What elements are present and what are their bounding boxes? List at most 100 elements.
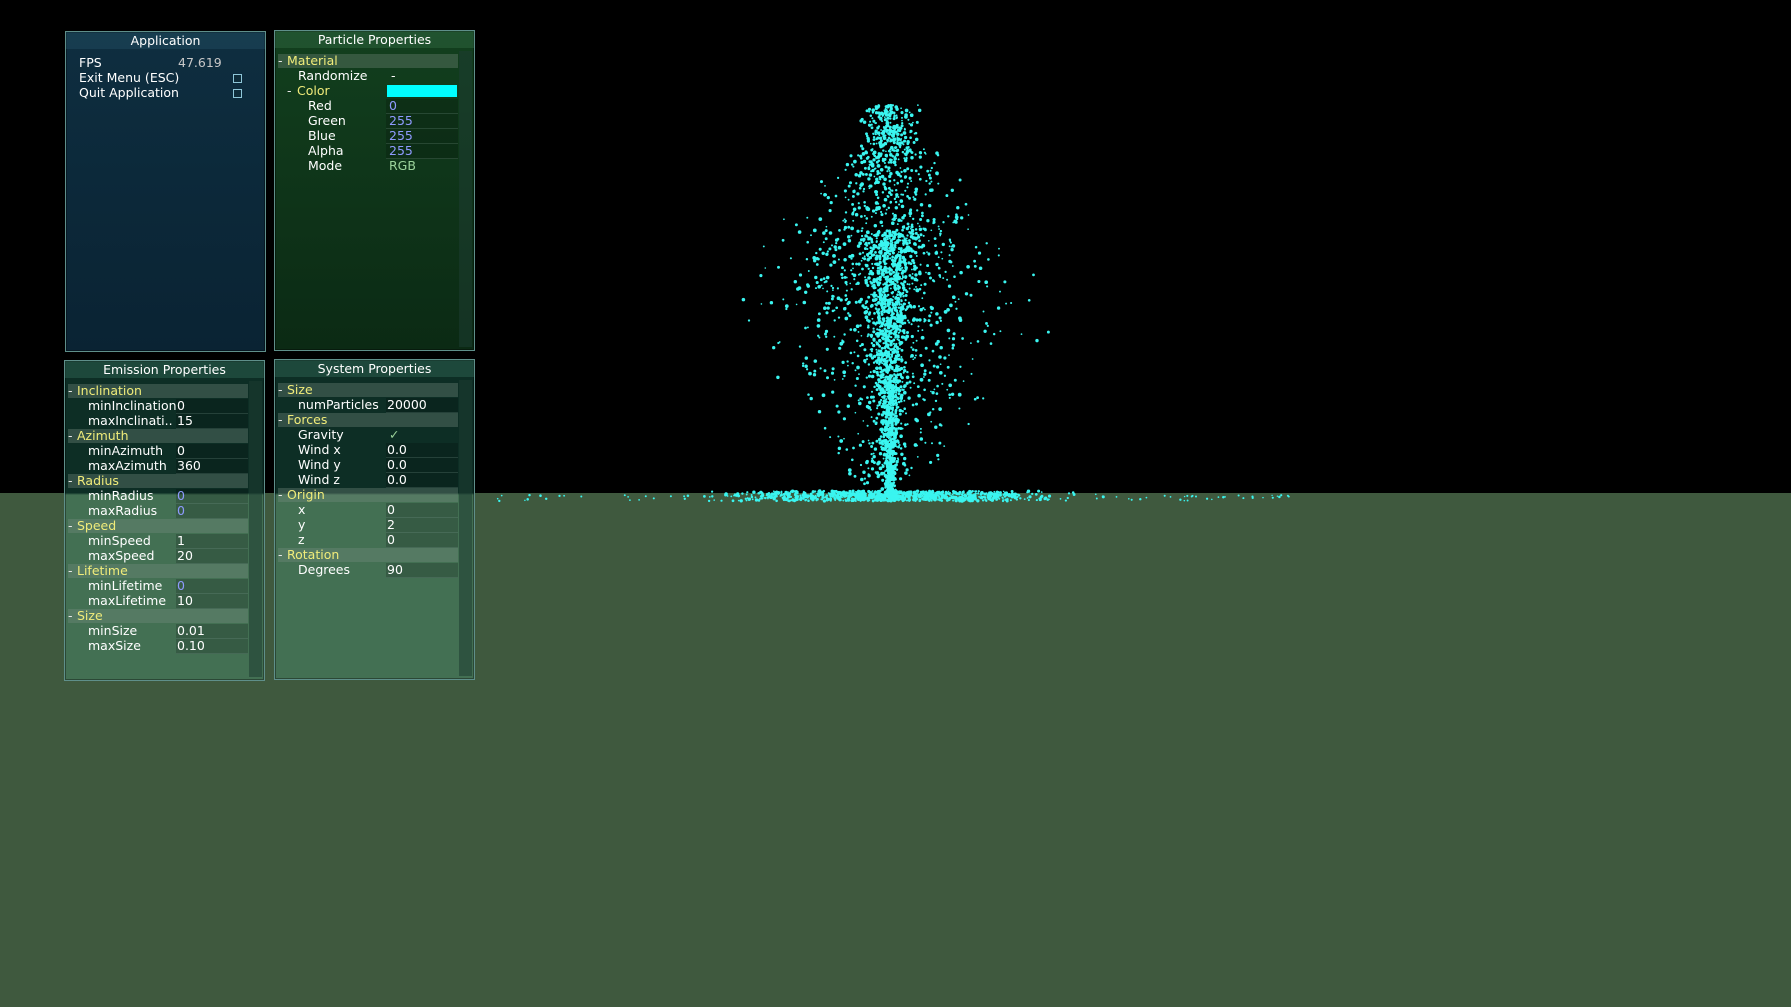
max-azimuth-value[interactable]: 360 xyxy=(177,459,201,473)
wind-z-label: Wind z xyxy=(298,472,340,487)
category-inclination[interactable]: - Inclination xyxy=(68,384,248,398)
wind-z-value[interactable]: 0.0 xyxy=(387,473,407,487)
origin-z-value[interactable]: 0 xyxy=(387,533,395,547)
wind-y-value[interactable]: 0.0 xyxy=(387,458,407,472)
mode-value[interactable]: RGB xyxy=(389,159,416,173)
blue-value[interactable]: 255 xyxy=(389,129,413,143)
color-label: Color xyxy=(297,83,330,98)
color-swatch[interactable] xyxy=(387,85,457,97)
application-title: Application xyxy=(66,32,265,49)
wind-x-label: Wind x xyxy=(298,442,341,457)
max-size-value[interactable]: 0.10 xyxy=(177,639,205,653)
category-rotation-label: Rotation xyxy=(287,547,340,562)
wind-x-value[interactable]: 0.0 xyxy=(387,443,407,457)
gravity-checkmark-icon[interactable]: ✓ xyxy=(389,428,399,442)
category-azimuth[interactable]: - Azimuth xyxy=(68,429,248,443)
origin-z-label: z xyxy=(298,532,305,547)
particle-fountain xyxy=(496,103,1290,503)
category-radius[interactable]: - Radius xyxy=(68,474,248,488)
num-particles-label: numParticles xyxy=(298,397,379,412)
collapse-icon[interactable]: - xyxy=(278,383,287,397)
min-azimuth-label: minAzimuth xyxy=(88,443,164,458)
degrees-value[interactable]: 90 xyxy=(387,563,403,577)
particle-scrollbar[interactable] xyxy=(459,51,472,347)
max-lifetime-value[interactable]: 10 xyxy=(177,594,193,608)
origin-x-label: x xyxy=(298,502,306,517)
green-value[interactable]: 255 xyxy=(389,114,413,128)
red-value[interactable]: 0 xyxy=(389,99,397,113)
quit-application-checkbox[interactable] xyxy=(233,89,242,98)
collapse-icon[interactable]: - xyxy=(278,548,287,562)
collapse-icon[interactable]: - xyxy=(68,564,77,578)
wind-y-label: Wind y xyxy=(298,457,341,472)
collapse-icon[interactable]: - xyxy=(287,84,297,98)
min-inclination-value[interactable]: 0 xyxy=(177,399,185,413)
min-size-value[interactable]: 0.01 xyxy=(177,624,205,638)
min-lifetime-label: minLifetime xyxy=(88,578,163,593)
category-azimuth-label: Azimuth xyxy=(77,428,129,443)
max-radius-label: maxRadius xyxy=(88,503,158,518)
min-speed-label: minSpeed xyxy=(88,533,151,548)
red-label: Red xyxy=(308,98,332,113)
min-radius-value[interactable]: 0 xyxy=(177,489,185,503)
collapse-icon[interactable]: - xyxy=(68,429,77,443)
quit-application-label: Quit Application xyxy=(79,85,179,100)
origin-y-value[interactable]: 2 xyxy=(387,518,395,532)
category-inclination-label: Inclination xyxy=(77,383,142,398)
max-inclination-label: maxInclinati.. xyxy=(88,413,173,428)
particle-cloud xyxy=(496,103,1290,503)
max-radius-value[interactable]: 0 xyxy=(177,504,185,518)
randomize-value[interactable]: - xyxy=(391,69,396,83)
category-rotation[interactable]: - Rotation xyxy=(278,548,458,562)
category-material[interactable]: - Material xyxy=(278,54,458,68)
max-size-label: maxSize xyxy=(88,638,141,653)
min-size-label: minSize xyxy=(88,623,138,638)
max-speed-label: maxSpeed xyxy=(88,548,155,563)
color-group[interactable]: - Color xyxy=(287,84,330,98)
origin-y-label: y xyxy=(298,517,306,532)
3d-viewport[interactable] xyxy=(0,0,1791,1007)
category-speed[interactable]: - Speed xyxy=(68,519,248,533)
category-origin[interactable]: - Origin xyxy=(278,488,458,502)
collapse-icon[interactable]: - xyxy=(278,488,287,502)
particle-properties-panel: Particle Properties - Material Randomize … xyxy=(274,30,475,351)
emission-properties-panel: Emission Properties - Inclination minIncl… xyxy=(64,360,265,681)
collapse-icon[interactable]: - xyxy=(68,609,77,623)
category-lifetime[interactable]: - Lifetime xyxy=(68,564,248,578)
collapse-icon[interactable]: - xyxy=(68,384,77,398)
category-radius-label: Radius xyxy=(77,473,119,488)
collapse-icon[interactable]: - xyxy=(278,54,287,68)
alpha-value[interactable]: 255 xyxy=(389,144,413,158)
min-speed-value[interactable]: 1 xyxy=(177,534,185,548)
category-forces[interactable]: - Forces xyxy=(278,413,458,427)
collapse-icon[interactable]: - xyxy=(68,519,77,533)
category-size[interactable]: - Size xyxy=(68,609,248,623)
category-size-label: Size xyxy=(77,608,103,623)
category-speed-label: Speed xyxy=(77,518,117,533)
max-speed-value[interactable]: 20 xyxy=(177,549,193,563)
max-inclination-value[interactable]: 15 xyxy=(177,414,193,428)
num-particles-value[interactable]: 20000 xyxy=(387,398,427,412)
exit-menu-checkbox[interactable] xyxy=(233,74,242,83)
min-lifetime-value[interactable]: 0 xyxy=(177,579,185,593)
collapse-icon[interactable]: - xyxy=(68,474,77,488)
max-azimuth-label: maxAzimuth xyxy=(88,458,167,473)
exit-menu-label: Exit Menu (ESC) xyxy=(79,70,180,85)
category-lifetime-label: Lifetime xyxy=(77,563,128,578)
particle-properties-title: Particle Properties xyxy=(275,31,474,48)
system-properties-title: System Properties xyxy=(275,360,474,377)
application-panel: Application FPS 47.619 Exit Menu (ESC) Q… xyxy=(65,31,266,352)
collapse-icon[interactable]: - xyxy=(278,413,287,427)
system-scrollbar[interactable] xyxy=(459,380,472,676)
emission-scrollbar[interactable] xyxy=(249,381,262,677)
category-size[interactable]: - Size xyxy=(278,383,458,397)
min-azimuth-value[interactable]: 0 xyxy=(177,444,185,458)
min-inclination-label: minInclination xyxy=(88,398,177,413)
max-lifetime-label: maxLifetime xyxy=(88,593,167,608)
blue-label: Blue xyxy=(308,128,336,143)
green-label: Green xyxy=(308,113,346,128)
category-material-label: Material xyxy=(287,53,338,68)
gravity-label: Gravity xyxy=(298,427,344,442)
category-size-label: Size xyxy=(287,382,313,397)
origin-x-value[interactable]: 0 xyxy=(387,503,395,517)
